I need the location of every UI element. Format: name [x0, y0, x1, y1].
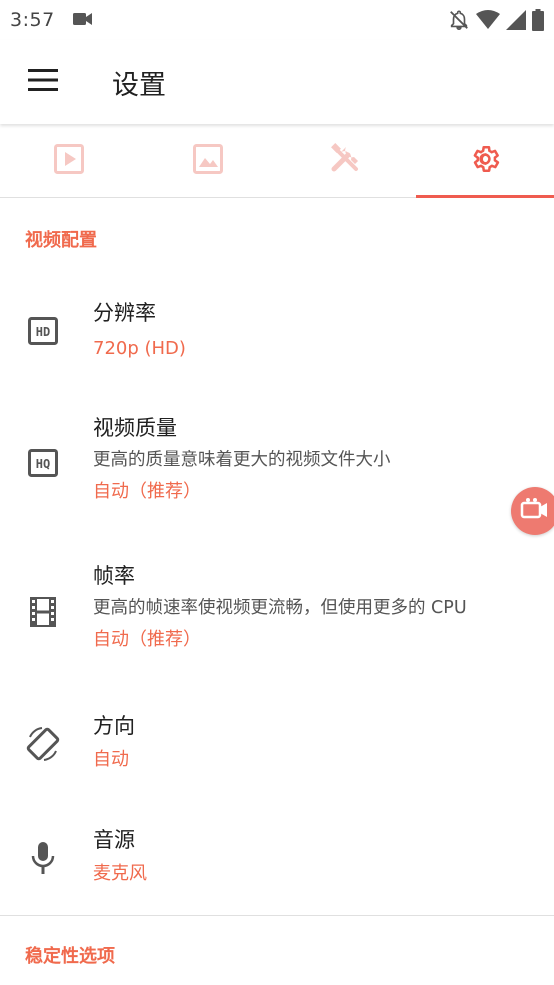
section-header-video-config: 视频配置	[25, 230, 97, 251]
tab-video[interactable]	[0, 124, 139, 197]
setting-value: 自动（推荐）	[93, 481, 201, 502]
status-time: 3:57	[10, 9, 55, 31]
setting-value: 自动（推荐）	[93, 629, 201, 650]
screen-rotation-icon	[22, 723, 64, 765]
tab-image[interactable]	[139, 124, 278, 197]
gear-icon	[469, 143, 501, 179]
image-icon	[192, 143, 223, 178]
screen-record-icon	[520, 497, 550, 525]
hamburger-menu-icon	[28, 69, 58, 95]
setting-description: 更高的质量意味着更大的视频文件大小	[93, 450, 391, 470]
page-title: 设置	[112, 69, 166, 101]
status-left: 3:57	[10, 9, 93, 31]
status-bar: 3:57	[0, 0, 554, 40]
setting-resolution[interactable]: HD 分辨率 720p (HD)	[0, 290, 554, 382]
film-icon	[22, 591, 64, 633]
setting-orientation[interactable]: 方向 自动	[0, 703, 554, 795]
setting-audio-source[interactable]: 音源 麦克风	[0, 817, 554, 909]
video-camera-icon	[72, 11, 93, 30]
hq-icon: HQ	[22, 442, 64, 484]
setting-description: 更高的帧速率使视频更流畅，但使用更多的 CPU	[93, 598, 467, 618]
tools-icon	[330, 142, 362, 179]
setting-value: 麦克风	[93, 863, 147, 884]
svg-text:HD: HD	[36, 325, 50, 339]
setting-title: 帧率	[93, 564, 135, 588]
setting-value: 720p (HD)	[93, 338, 186, 359]
setting-title: 方向	[93, 714, 135, 738]
tab-tools[interactable]	[277, 124, 416, 197]
hd-icon: HD	[22, 310, 64, 352]
app-bar: 设置	[0, 40, 554, 124]
setting-value: 自动	[93, 749, 129, 770]
microphone-icon	[22, 837, 64, 879]
tab-settings[interactable]	[415, 124, 554, 198]
section-header-stability-options: 稳定性选项	[25, 946, 115, 967]
divider	[0, 915, 554, 916]
tab-bar	[0, 124, 554, 198]
setting-title: 分辨率	[93, 301, 156, 325]
setting-title: 视频质量	[93, 416, 177, 440]
play-video-icon	[54, 143, 85, 178]
floating-record-button[interactable]	[511, 487, 554, 535]
wifi-icon	[476, 10, 500, 30]
hamburger-menu-button[interactable]	[0, 40, 86, 124]
svg-text:HQ: HQ	[36, 457, 50, 471]
signal-icon	[506, 10, 526, 30]
status-right	[448, 9, 544, 31]
setting-title: 音源	[93, 828, 135, 852]
setting-video-quality[interactable]: HQ 视频质量 更高的质量意味着更大的视频文件大小 自动（推荐）	[0, 405, 554, 525]
setting-frame-rate[interactable]: 帧率 更高的帧速率使视频更流畅，但使用更多的 CPU 自动（推荐）	[0, 553, 554, 673]
battery-icon	[532, 9, 544, 31]
notifications-off-icon	[448, 9, 470, 31]
